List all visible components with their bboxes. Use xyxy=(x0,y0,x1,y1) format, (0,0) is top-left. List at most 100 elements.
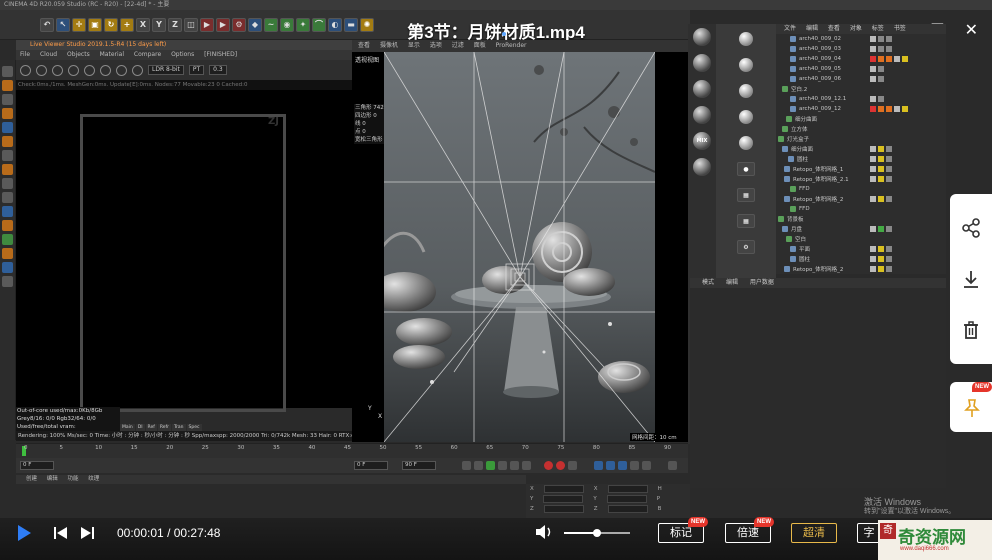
om-tab[interactable]: 查看 xyxy=(828,25,840,32)
play-icon[interactable] xyxy=(18,525,31,541)
sphere-icon[interactable] xyxy=(739,32,753,46)
sphere-icon[interactable] xyxy=(739,136,753,150)
object-row[interactable]: arch40_009_04 xyxy=(776,54,946,64)
mm-tab-function[interactable]: 功能 xyxy=(68,476,79,482)
material-tag-icon[interactable] xyxy=(886,196,892,202)
close-icon[interactable]: ✕ xyxy=(965,20,978,39)
coord-field[interactable] xyxy=(607,505,648,513)
viewport-render[interactable] xyxy=(384,52,655,442)
next-icon[interactable] xyxy=(80,527,94,539)
material-tag-icon[interactable] xyxy=(878,156,884,162)
object-row[interactable]: arch40_009_05 xyxy=(776,64,946,74)
material-tag-icon[interactable] xyxy=(870,246,876,252)
material-ball-icon[interactable] xyxy=(693,158,711,176)
step-forward-icon[interactable] xyxy=(498,461,507,470)
material-tag-icon[interactable] xyxy=(886,56,892,62)
object-row[interactable]: 月盘 xyxy=(776,224,946,234)
tab-ref[interactable]: Ref xyxy=(145,424,157,431)
material-tag-icon[interactable] xyxy=(870,266,876,272)
lv-menu-compare[interactable]: Compare xyxy=(134,51,161,58)
sphere-icon[interactable] xyxy=(739,58,753,72)
object-row[interactable]: Retopo_体积网格_2 xyxy=(776,264,946,274)
tab-refr[interactable]: Refr xyxy=(157,424,171,431)
goto-start-icon[interactable] xyxy=(462,461,471,470)
material-tag-icon[interactable] xyxy=(878,46,884,52)
object-row[interactable]: arch40_009_02 xyxy=(776,34,946,44)
volume-slider-handle[interactable] xyxy=(593,529,601,537)
material-ball-icon[interactable] xyxy=(693,54,711,72)
region-icon[interactable] xyxy=(132,64,143,76)
end-frame-field[interactable]: 90 F xyxy=(402,461,436,470)
vp-menu-filter[interactable]: 过滤 xyxy=(452,42,464,49)
material-tag-icon[interactable] xyxy=(870,46,876,52)
material-tag-icon[interactable] xyxy=(894,56,900,62)
material-tag-icon[interactable] xyxy=(878,96,884,102)
rotate-key-icon[interactable] xyxy=(618,461,627,470)
vp-menu-options[interactable]: 选项 xyxy=(430,42,442,49)
palette-tool-icon[interactable] xyxy=(2,164,13,175)
palette-tool-icon[interactable] xyxy=(2,220,13,231)
coord-field[interactable] xyxy=(606,495,647,503)
previous-icon[interactable] xyxy=(54,527,68,539)
volume-icon[interactable] xyxy=(536,524,554,540)
attr-tab-userdata[interactable]: 用户数据 xyxy=(750,279,774,286)
loop-icon[interactable] xyxy=(522,461,531,470)
material-tag-icon[interactable] xyxy=(870,36,876,42)
coord-field[interactable] xyxy=(543,505,584,513)
attr-tab-edit[interactable]: 编辑 xyxy=(726,279,738,286)
gear-icon[interactable] xyxy=(20,64,31,76)
lv-menu-options[interactable]: Options xyxy=(171,51,194,58)
material-tag-icon[interactable] xyxy=(886,246,892,252)
stop-icon[interactable] xyxy=(84,64,95,76)
material-tag-icon[interactable] xyxy=(886,256,892,262)
tab-spec[interactable]: Spec xyxy=(186,424,202,431)
play-icon[interactable] xyxy=(52,64,63,76)
material-tag-icon[interactable] xyxy=(878,106,884,112)
om-tab[interactable]: 对象 xyxy=(850,25,862,32)
lv-menu-objects[interactable]: Objects xyxy=(67,51,90,58)
material-tag-icon[interactable] xyxy=(878,266,884,272)
object-row[interactable]: 灯光盒子 xyxy=(776,134,946,144)
tab-tran[interactable]: Tran xyxy=(171,424,186,431)
share-icon[interactable] xyxy=(961,217,981,238)
mm-tab-create[interactable]: 创建 xyxy=(26,476,37,482)
scale-key-icon[interactable] xyxy=(606,461,615,470)
sphere-icon[interactable] xyxy=(739,110,753,124)
palette-tool-icon[interactable] xyxy=(2,136,13,147)
object-row[interactable]: FFD xyxy=(776,204,946,214)
material-tag-icon[interactable] xyxy=(870,196,876,202)
material-tag-icon[interactable] xyxy=(870,96,876,102)
material-tag-icon[interactable] xyxy=(878,76,884,82)
checker-icon[interactable]: ▦ xyxy=(737,188,755,202)
vp-menu-view[interactable]: 查看 xyxy=(358,42,370,49)
sphere-icon[interactable] xyxy=(739,84,753,98)
gear-icon[interactable]: ⚙ xyxy=(737,240,755,254)
material-tag-icon[interactable] xyxy=(894,106,900,112)
refresh-icon[interactable] xyxy=(36,64,47,76)
lv-menu-cloud[interactable]: Cloud xyxy=(40,51,57,58)
material-tag-icon[interactable] xyxy=(878,246,884,252)
material-tag-icon[interactable] xyxy=(870,176,876,182)
lv-menu-material[interactable]: Material xyxy=(100,51,124,58)
material-tag-icon[interactable] xyxy=(870,256,876,262)
material-tag-icon[interactable] xyxy=(886,146,892,152)
palette-tool-icon[interactable] xyxy=(2,234,13,245)
lv-menu-file[interactable]: File xyxy=(20,51,30,58)
goto-end-icon[interactable] xyxy=(510,461,519,470)
coord-field[interactable] xyxy=(543,495,584,503)
material-tag-icon[interactable] xyxy=(886,176,892,182)
object-row[interactable]: 立方体 xyxy=(776,124,946,134)
object-row[interactable]: Retopo_体积网格_1 xyxy=(776,164,946,174)
coord-field[interactable] xyxy=(607,485,648,493)
step-back-icon[interactable] xyxy=(474,461,483,470)
vp-menu-display[interactable]: 显示 xyxy=(408,42,420,49)
lock-icon[interactable] xyxy=(100,64,111,76)
autokey-icon[interactable] xyxy=(556,461,565,470)
red-dot-icon[interactable]: ● xyxy=(737,162,755,176)
object-row[interactable]: 细分曲面 xyxy=(776,144,946,154)
material-tag-icon[interactable] xyxy=(878,66,884,72)
object-row[interactable]: 圆柱 xyxy=(776,154,946,164)
object-row[interactable]: arch40_009_03 xyxy=(776,44,946,54)
palette-tool-icon[interactable] xyxy=(2,94,13,105)
quality-button[interactable]: 超清 xyxy=(791,523,837,543)
